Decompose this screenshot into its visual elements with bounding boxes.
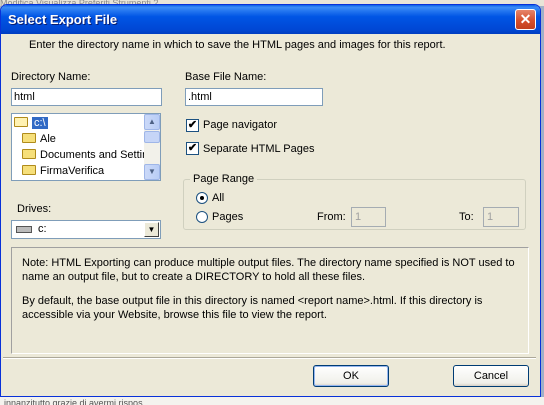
- to-page-input[interactable]: 1: [483, 207, 519, 227]
- from-page-input[interactable]: 1: [351, 207, 386, 227]
- note-panel: Note: HTML Exporting can produce multipl…: [11, 247, 529, 354]
- scroll-thumb[interactable]: [144, 131, 160, 143]
- directory-name-label: Directory Name:: [11, 71, 91, 83]
- directory-item-root[interactable]: c:\: [14, 116, 48, 131]
- directory-scrollbar[interactable]: ▲ ▼: [144, 114, 160, 180]
- folder-icon: [22, 133, 36, 143]
- note-paragraph: By default, the base output file in this…: [22, 295, 483, 321]
- page-navigator-label: Page navigator: [203, 119, 277, 131]
- scroll-down-button[interactable]: ▼: [144, 164, 160, 180]
- directory-name-input[interactable]: html: [11, 88, 162, 106]
- all-pages-label: All: [212, 192, 225, 204]
- cancel-button[interactable]: Cancel: [453, 365, 529, 387]
- directory-item-firmaverifica[interactable]: FirmaVerifica: [22, 164, 104, 179]
- open-folder-icon: [14, 117, 28, 127]
- directory-item-documents[interactable]: Documents and Settir: [22, 148, 146, 163]
- drives-value: c:: [38, 223, 47, 235]
- close-button[interactable]: ✕: [515, 9, 536, 30]
- directory-item-label: Ale: [40, 133, 56, 145]
- directory-item-label: c:\: [32, 117, 48, 129]
- chevron-down-icon[interactable]: ▼: [144, 222, 159, 237]
- page-navigator-checkbox[interactable]: ✔: [186, 119, 199, 132]
- title-bar[interactable]: Select Export File ✕: [1, 5, 540, 34]
- radio-selected-dot: [200, 196, 204, 200]
- directory-item-ale[interactable]: Ale: [22, 132, 56, 147]
- directory-listbox[interactable]: c:\ Ale Documents and Settir FirmaVerifi…: [11, 113, 161, 181]
- pages-label: Pages: [212, 211, 244, 223]
- background-document-strip: innanzitutto grazie di avermi rispos: [0, 397, 544, 405]
- instruction-text: Enter the directory name in which to sav…: [29, 39, 446, 51]
- directory-item-label: FirmaVerifica: [40, 165, 105, 177]
- drives-label: Drives:: [17, 203, 52, 215]
- separate-pages-checkbox[interactable]: ✔: [186, 142, 199, 155]
- drives-select[interactable]: c: ▼: [11, 220, 161, 239]
- divider: [3, 357, 536, 359]
- pages-radio[interactable]: [196, 211, 208, 223]
- ok-button[interactable]: OK: [313, 365, 389, 387]
- base-file-name-input[interactable]: .html: [185, 88, 323, 106]
- separate-pages-label: Separate HTML Pages: [203, 143, 315, 155]
- folder-icon: [22, 149, 36, 159]
- folder-icon: [22, 165, 36, 175]
- scroll-up-button[interactable]: ▲: [144, 114, 160, 130]
- note-paragraph: Note: HTML Exporting can produce multipl…: [22, 257, 515, 283]
- drive-icon: [16, 226, 32, 233]
- dialog-title: Select Export File: [8, 12, 118, 27]
- directory-item-label: Documents and Settir: [40, 149, 146, 161]
- all-pages-radio[interactable]: [196, 192, 208, 204]
- base-file-name-label: Base File Name:: [185, 71, 267, 83]
- from-label: From:: [317, 211, 346, 223]
- to-label: To:: [459, 211, 474, 223]
- page-range-title: Page Range: [190, 173, 258, 185]
